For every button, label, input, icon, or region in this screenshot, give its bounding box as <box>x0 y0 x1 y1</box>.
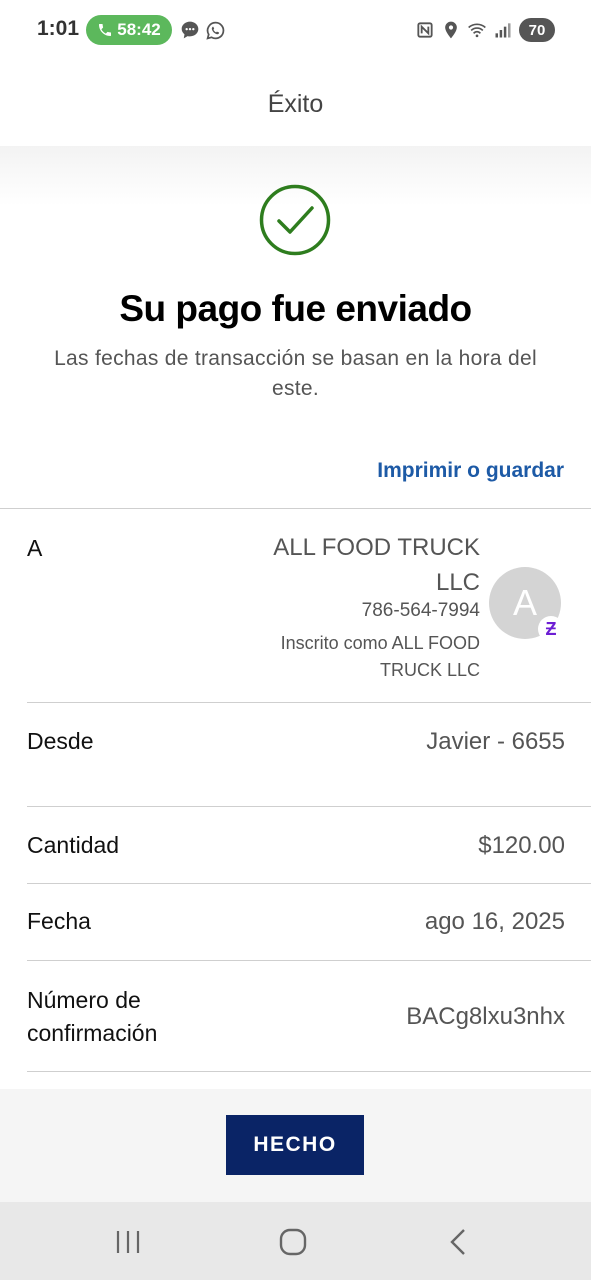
zelle-icon: Ƶ <box>538 616 564 642</box>
back-icon[interactable] <box>438 1224 478 1260</box>
confirmation-label: Número de confirmación <box>27 987 158 1046</box>
divider <box>0 508 591 509</box>
divider <box>27 702 591 703</box>
system-nav-bar <box>0 1202 591 1280</box>
battery-icon: 70 <box>519 18 555 42</box>
status-icons-right: 70 <box>415 18 555 42</box>
location-icon <box>445 21 457 39</box>
divider <box>27 1071 591 1072</box>
nfc-icon <box>417 22 433 38</box>
checkmark-circle-icon <box>259 184 331 256</box>
amount-label: Cantidad <box>27 832 120 858</box>
message-icon <box>181 21 199 39</box>
print-or-save-link[interactable]: Imprimir o guardar <box>377 459 564 483</box>
recipient-phone: 786-564-7994 <box>361 600 480 621</box>
to-label: A <box>27 535 43 561</box>
success-subtitle: Las fechas de transacción se basan en la… <box>54 347 537 400</box>
from-value: Javier - 6655 <box>426 728 565 755</box>
recipient-name: ALL FOOD TRUCK LLC <box>273 534 480 596</box>
page-title: Éxito <box>267 89 324 118</box>
divider <box>27 883 591 884</box>
success-title: Su pago fue enviado <box>119 288 472 329</box>
call-timer: 58:42 <box>117 20 161 39</box>
status-time: 1:01 <box>37 17 80 40</box>
divider <box>27 806 591 807</box>
amount-value: $120.00 <box>478 832 565 859</box>
app-header: Éxito <box>0 62 591 146</box>
home-icon[interactable] <box>273 1224 313 1260</box>
call-timer-pill[interactable]: 58:42 <box>86 15 172 45</box>
recent-apps-icon[interactable] <box>108 1224 148 1260</box>
from-label: Desde <box>27 728 94 754</box>
divider <box>27 960 591 961</box>
status-bar: 1:01 58:42 70 <box>0 0 591 62</box>
recipient-enrolled: Inscrito como ALL FOOD TRUCK LLC <box>280 633 480 680</box>
confirmation-value: BACg8lxu3nhx <box>406 1003 565 1030</box>
whatsapp-icon <box>206 21 225 40</box>
wifi-icon <box>468 23 486 38</box>
date-label: Fecha <box>27 908 91 934</box>
date-value: ago 16, 2025 <box>424 908 565 935</box>
phone-icon <box>99 24 112 36</box>
done-button[interactable]: HECHO <box>226 1115 364 1175</box>
signal-icon <box>495 23 511 38</box>
